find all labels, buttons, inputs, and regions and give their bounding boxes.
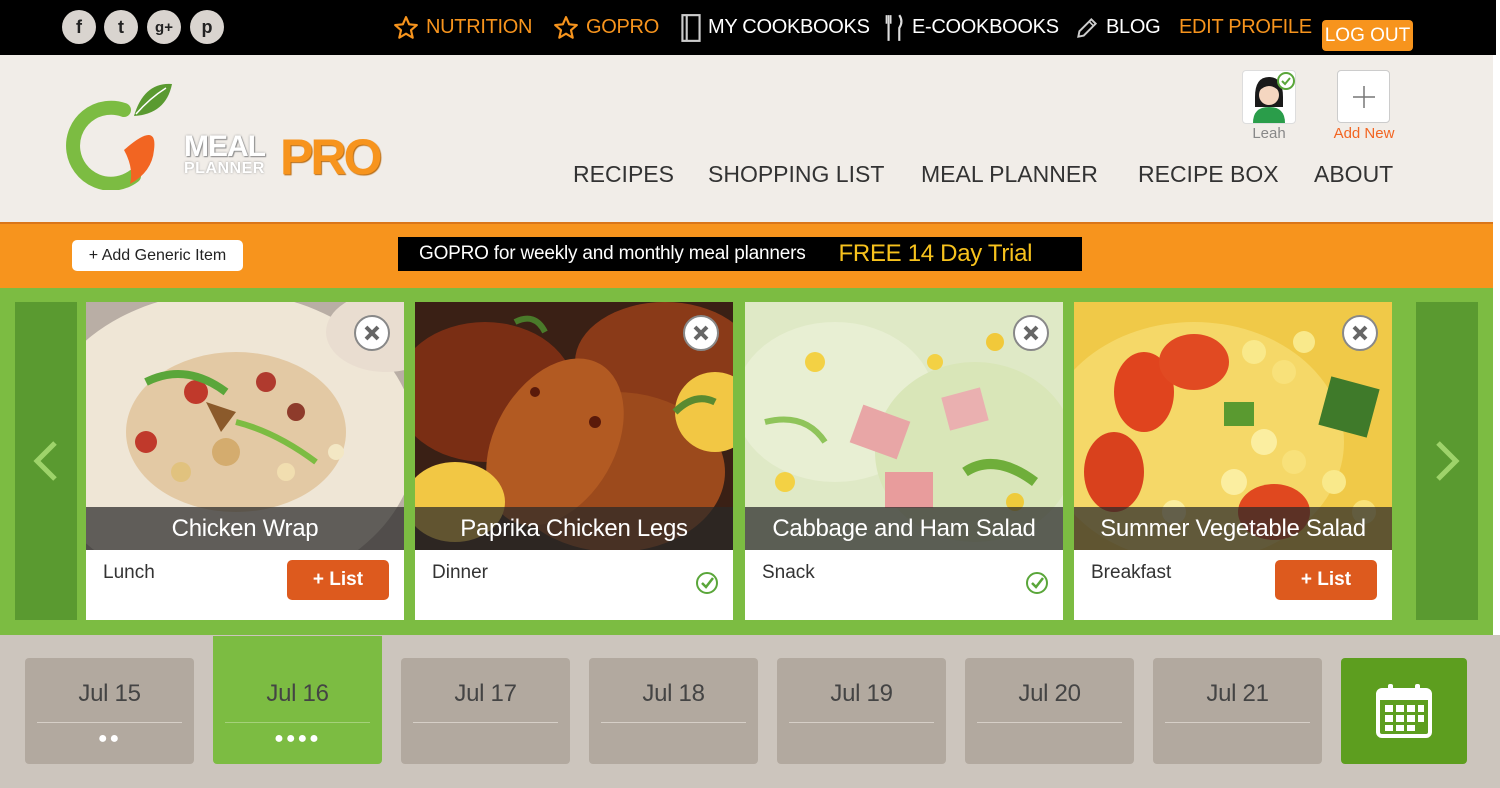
add-new-label[interactable]: Add New bbox=[1320, 125, 1408, 142]
divider bbox=[37, 722, 182, 723]
divider bbox=[1165, 722, 1310, 723]
divider bbox=[789, 722, 934, 723]
remove-recipe-button[interactable] bbox=[1342, 315, 1378, 351]
facebook-icon[interactable]: f bbox=[62, 10, 96, 44]
nav-e-cookbooks[interactable]: E-COOKBOOKS bbox=[884, 0, 1059, 55]
remove-recipe-button[interactable] bbox=[1013, 315, 1049, 351]
meal-type: Snack bbox=[762, 562, 815, 583]
meal-type: Dinner bbox=[432, 562, 488, 583]
nav-recipes[interactable]: RECIPES bbox=[573, 155, 674, 193]
date-tab[interactable]: Jul 20 bbox=[965, 658, 1134, 764]
page-edge bbox=[1493, 55, 1500, 635]
date-label: Jul 15 bbox=[78, 680, 141, 707]
nav-edit-profile[interactable]: EDIT PROFILE bbox=[1179, 0, 1312, 55]
divider bbox=[601, 722, 746, 723]
nav-recipe-box[interactable]: RECIPE BOX bbox=[1138, 155, 1279, 193]
close-icon bbox=[1023, 325, 1039, 341]
recipe-title[interactable]: Cabbage and Ham Salad bbox=[745, 507, 1063, 550]
date-tab[interactable]: Jul 18 bbox=[589, 658, 758, 764]
pinterest-icon[interactable]: p bbox=[190, 10, 224, 44]
plus-icon bbox=[1352, 85, 1375, 108]
nav-gopro[interactable]: GOPRO bbox=[552, 0, 659, 55]
meal-card[interactable]: Paprika Chicken Legs Dinner bbox=[415, 302, 733, 620]
meal-card[interactable]: Cabbage and Ham Salad Snack bbox=[745, 302, 1063, 620]
user-avatar[interactable] bbox=[1242, 70, 1296, 124]
pencil-icon bbox=[1077, 17, 1098, 38]
divider bbox=[413, 722, 558, 723]
meal-card[interactable]: Chicken Wrap Lunch + List bbox=[86, 302, 404, 620]
user-name[interactable]: Leah bbox=[1242, 125, 1296, 142]
carousel-next-button[interactable] bbox=[1416, 302, 1478, 620]
calendar-icon bbox=[1376, 684, 1432, 738]
add-new-button[interactable] bbox=[1337, 70, 1390, 123]
logo-pro-text: PRO bbox=[280, 129, 382, 185]
add-generic-item-button[interactable]: + Add Generic Item bbox=[72, 240, 243, 271]
added-check-icon bbox=[1026, 572, 1048, 594]
nav-meal-planner[interactable]: MEAL PLANNER bbox=[921, 155, 1098, 193]
meal-card[interactable]: Summer Vegetable Salad Breakfast + List bbox=[1074, 302, 1392, 620]
add-to-list-button[interactable]: + List bbox=[287, 560, 389, 600]
date-label: Jul 19 bbox=[830, 680, 893, 707]
recipe-title[interactable]: Summer Vegetable Salad bbox=[1074, 507, 1392, 550]
meal-type: Breakfast bbox=[1091, 562, 1172, 583]
close-icon bbox=[364, 325, 380, 341]
chevron-left-icon bbox=[33, 441, 57, 481]
date-tab[interactable]: Jul 19 bbox=[777, 658, 946, 764]
date-label: Jul 18 bbox=[642, 680, 705, 707]
close-icon bbox=[693, 325, 709, 341]
date-tab[interactable]: Jul 15 ●● bbox=[25, 658, 194, 764]
nav-about[interactable]: ABOUT bbox=[1314, 155, 1393, 193]
date-label: Jul 17 bbox=[454, 680, 517, 707]
promo-text: GOPRO for weekly and monthly meal planne… bbox=[419, 243, 806, 264]
book-icon bbox=[681, 13, 701, 42]
meal-count-dots: ●●●● bbox=[274, 730, 321, 747]
date-tab-selected[interactable]: Jul 16 ●●●● bbox=[213, 636, 382, 764]
remove-recipe-button[interactable] bbox=[354, 315, 390, 351]
carousel-prev-button[interactable] bbox=[15, 302, 77, 620]
nav-nutrition[interactable]: NUTRITION bbox=[392, 0, 532, 55]
added-check-icon bbox=[696, 572, 718, 594]
star-icon bbox=[394, 15, 418, 39]
logo-planner-text: PLANNER bbox=[184, 160, 265, 177]
fork-knife-icon bbox=[885, 14, 903, 41]
remove-recipe-button[interactable] bbox=[683, 315, 719, 351]
nav-blog[interactable]: BLOG bbox=[1074, 0, 1161, 55]
meal-planner-pro-logo[interactable] bbox=[62, 80, 182, 195]
gopro-promo-banner[interactable]: GOPRO for weekly and monthly meal planne… bbox=[398, 237, 1082, 271]
calendar-button[interactable] bbox=[1341, 658, 1467, 764]
logo-meal-text: MEAL bbox=[184, 130, 266, 163]
recipe-title[interactable]: Chicken Wrap bbox=[86, 507, 404, 550]
date-label: Jul 20 bbox=[1018, 680, 1081, 707]
log-out-button[interactable]: LOG OUT bbox=[1322, 20, 1413, 51]
star-icon bbox=[554, 15, 578, 39]
google-plus-icon[interactable]: g+ bbox=[147, 10, 181, 44]
chevron-right-icon bbox=[1436, 441, 1460, 481]
twitter-icon[interactable]: t bbox=[104, 10, 138, 44]
divider bbox=[977, 722, 1122, 723]
divider bbox=[225, 722, 370, 723]
date-label: Jul 21 bbox=[1206, 680, 1269, 707]
add-to-list-button[interactable]: + List bbox=[1275, 560, 1377, 600]
nav-my-cookbooks[interactable]: MY COOKBOOKS bbox=[680, 0, 870, 55]
date-label: Jul 16 bbox=[266, 680, 329, 707]
date-tab[interactable]: Jul 21 bbox=[1153, 658, 1322, 764]
meal-type: Lunch bbox=[103, 562, 155, 583]
meal-count-dots: ●● bbox=[97, 730, 122, 747]
recipe-title[interactable]: Paprika Chicken Legs bbox=[415, 507, 733, 550]
nav-shopping-list[interactable]: SHOPPING LIST bbox=[708, 155, 884, 193]
free-trial-link[interactable]: FREE 14 Day Trial bbox=[839, 240, 1033, 268]
close-icon bbox=[1352, 325, 1368, 341]
date-tab[interactable]: Jul 17 bbox=[401, 658, 570, 764]
